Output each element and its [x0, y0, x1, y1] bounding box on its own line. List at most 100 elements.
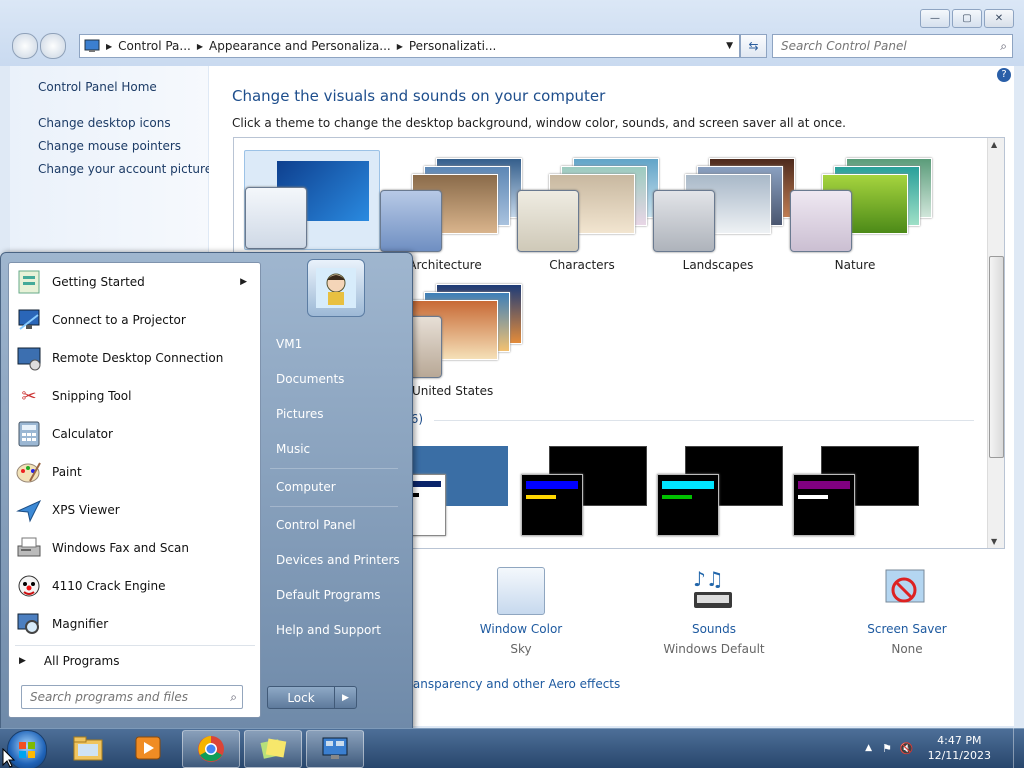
program-label: Snipping Tool — [52, 389, 132, 403]
show-desktop-button[interactable] — [1013, 728, 1024, 768]
sounds-icon[interactable]: ♪♫ — [688, 566, 738, 616]
shutdown-options-arrow-icon[interactable]: ▶ — [334, 686, 357, 709]
screen-saver-icon[interactable] — [882, 566, 930, 614]
start-item-default-programs[interactable]: Default Programs — [276, 588, 381, 602]
section-divider — [434, 420, 974, 421]
address-dropdown-icon[interactable]: ▼ — [726, 41, 733, 51]
page-subtitle: Click a theme to change the desktop back… — [232, 116, 846, 130]
search-input[interactable] — [779, 38, 983, 54]
show-hidden-icons-icon[interactable]: ▲ — [865, 743, 872, 753]
address-bar[interactable]: ▶ Control Pa... ▶ Appearance and Persona… — [79, 34, 740, 58]
program-snipping-tool[interactable]: ✂ Snipping Tool — [9, 377, 259, 415]
start-search-box[interactable]: ⌕ — [21, 685, 243, 709]
xps-viewer-icon — [14, 495, 44, 525]
help-icon[interactable]: ? — [997, 68, 1011, 82]
breadcrumb-appearance[interactable]: Appearance and Personaliza... — [209, 39, 391, 53]
window-color-link[interactable]: Window Color — [461, 622, 581, 636]
maximize-button[interactable]: ▢ — [952, 9, 982, 28]
search-icon[interactable]: ⌕ — [230, 690, 237, 705]
back-button[interactable] — [12, 33, 38, 59]
scroll-thumb[interactable] — [989, 256, 1004, 458]
forward-button[interactable] — [40, 33, 66, 59]
taskbar-explorer[interactable] — [60, 730, 116, 766]
program-remote-desktop[interactable]: Remote Desktop Connection — [9, 339, 259, 377]
program-xps-viewer[interactable]: XPS Viewer — [9, 491, 259, 529]
start-item-devices-printers[interactable]: Devices and Printers — [276, 553, 400, 567]
start-search-input[interactable] — [28, 689, 222, 705]
breadcrumb-personalization[interactable]: Personalizati... — [409, 39, 496, 53]
start-item-computer[interactable]: Computer — [276, 480, 336, 494]
right-pane-separator — [270, 468, 398, 469]
scroll-up-icon[interactable]: ▲ — [991, 140, 997, 149]
volume-muted-icon[interactable]: 🔇 — [900, 742, 914, 755]
theme-gallery-scrollbar[interactable]: ▲ ▼ — [987, 138, 1004, 548]
page-title: Change the visuals and sounds on your co… — [232, 87, 606, 105]
search-icon[interactable]: ⌕ — [1000, 39, 1007, 54]
program-label: Paint — [52, 465, 82, 479]
taskbar-media-player[interactable] — [120, 730, 176, 766]
control-panel-home-link[interactable]: Control Panel Home — [38, 80, 157, 94]
theme-nature[interactable]: Nature — [790, 152, 932, 282]
start-item-vm1[interactable]: VM1 — [276, 337, 302, 351]
program-windows-fax-scan[interactable]: Windows Fax and Scan — [9, 529, 259, 567]
program-label: Calculator — [52, 427, 113, 441]
start-menu-programs-pane: Getting Started ▶ Connect to a Projector… — [8, 262, 261, 718]
breadcrumb-arrow-icon: ▶ — [196, 41, 203, 51]
theme-high-contrast-2[interactable] — [657, 446, 787, 546]
theme-windows7-selected[interactable] — [244, 150, 380, 250]
refresh-icon: ⇆ — [748, 39, 759, 53]
aero-effects-link[interactable]: ransparency and other Aero effects — [408, 677, 620, 691]
clock-time: 4:47 PM — [937, 734, 982, 747]
theme-landscapes[interactable]: Landscapes — [653, 152, 795, 282]
all-programs-button[interactable]: ▶ All Programs — [9, 646, 259, 676]
user-avatar[interactable] — [307, 259, 365, 317]
start-item-music[interactable]: Music — [276, 442, 310, 456]
program-label: Magnifier — [52, 617, 109, 631]
theme-high-contrast-black[interactable] — [793, 446, 923, 546]
change-desktop-icons-link[interactable]: Change desktop icons — [38, 116, 171, 130]
clock[interactable]: 4:47 PM 12/11/2023 — [928, 733, 991, 763]
theme-label-characters: Characters — [549, 258, 615, 272]
taskbar-chrome[interactable] — [182, 730, 240, 768]
program-4110-crack-engine[interactable]: 4110 Crack Engine — [9, 567, 259, 605]
notification-area: ▲ ⚑ 🔇 4:47 PM 12/11/2023 — [865, 728, 1024, 768]
search-box[interactable]: ⌕ — [772, 34, 1013, 58]
sticky-notes-icon — [260, 738, 287, 759]
start-item-help-support[interactable]: Help and Support — [276, 623, 381, 637]
submenu-arrow-icon[interactable]: ▶ — [240, 277, 247, 287]
window-color-item: Window Color Sky — [461, 622, 581, 656]
screen-saver-link[interactable]: Screen Saver — [847, 622, 967, 636]
scroll-down-icon[interactable]: ▼ — [991, 537, 997, 546]
remote-desktop-icon — [14, 343, 44, 373]
window-color-swatch-icon[interactable] — [497, 567, 545, 615]
lock-button[interactable]: Lock — [267, 686, 335, 709]
program-calculator[interactable]: Calculator — [9, 415, 259, 453]
program-label: Windows Fax and Scan — [52, 541, 190, 555]
refresh-button[interactable]: ⇆ — [740, 34, 767, 58]
start-item-control-panel[interactable]: Control Panel — [276, 518, 356, 532]
media-player-icon — [135, 736, 161, 760]
taskbar-sticky-notes[interactable] — [244, 730, 302, 768]
start-item-documents[interactable]: Documents — [276, 372, 344, 386]
breadcrumb-control-panel[interactable]: Control Pa... — [118, 39, 191, 53]
theme-characters[interactable]: Characters — [517, 152, 659, 282]
change-account-picture-link[interactable]: Change your account picture — [38, 162, 212, 176]
program-getting-started[interactable]: Getting Started ▶ — [9, 263, 259, 301]
taskbar-control-panel[interactable] — [306, 730, 364, 768]
sounds-link[interactable]: Sounds — [654, 622, 774, 636]
program-connect-projector[interactable]: Connect to a Projector — [9, 301, 259, 339]
calculator-icon — [14, 419, 44, 449]
close-button[interactable]: ✕ — [984, 9, 1014, 28]
svg-text:♪♫: ♪♫ — [693, 567, 724, 591]
program-paint[interactable]: Paint — [9, 453, 259, 491]
screen-saver-item: Screen Saver None — [847, 622, 967, 656]
start-item-pictures[interactable]: Pictures — [276, 407, 324, 421]
minimize-button[interactable]: — — [920, 9, 950, 28]
program-magnifier[interactable]: Magnifier — [9, 605, 259, 643]
theme-high-contrast-1[interactable] — [521, 446, 651, 546]
window-color-swatch — [790, 190, 852, 252]
mouse-cursor-icon — [2, 747, 16, 768]
all-programs-arrow-icon: ▶ — [19, 656, 26, 666]
action-center-flag-icon[interactable]: ⚑ — [882, 742, 892, 755]
change-mouse-pointers-link[interactable]: Change mouse pointers — [38, 139, 181, 153]
